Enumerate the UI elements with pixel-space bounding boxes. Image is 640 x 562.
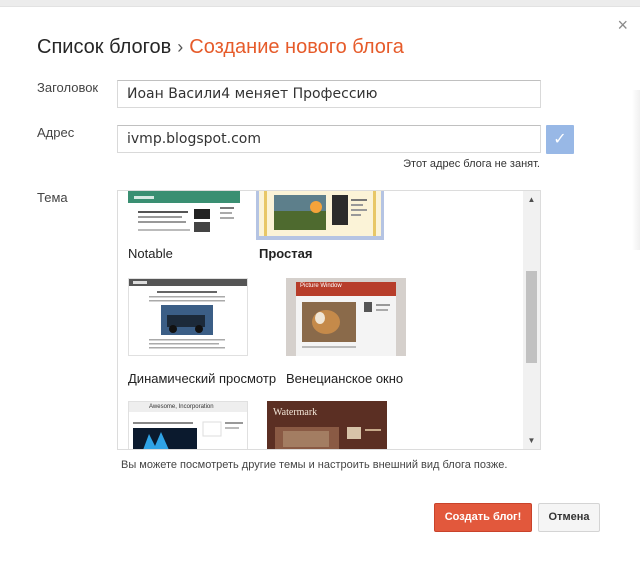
theme-thumbnail-picture-window[interactable]: Picture Window bbox=[286, 278, 406, 356]
theme-list: Notable Простая Динамический просмотр Pi… bbox=[118, 191, 523, 449]
dialog-title: Список блогов › Создание нового блога bbox=[37, 36, 404, 59]
theme-thumbnail-dynamic-views[interactable] bbox=[128, 278, 248, 356]
address-check-icon[interactable]: ✓ bbox=[546, 125, 574, 154]
breadcrumb-blog-list[interactable]: Список блогов bbox=[37, 36, 171, 58]
scrollbar-thumb[interactable] bbox=[526, 271, 537, 363]
notable-preview-image bbox=[128, 191, 240, 232]
theme-name-simple[interactable]: Простая bbox=[259, 246, 312, 261]
breadcrumb-current: Создание нового блога bbox=[189, 36, 404, 58]
window-shadow bbox=[632, 90, 640, 250]
theme-name-dynamic-views[interactable]: Динамический просмотр bbox=[128, 371, 276, 386]
theme-thumbnail-awesome-inc[interactable]: Awesome, Incorporation bbox=[128, 401, 248, 449]
title-label: Заголовок bbox=[37, 80, 99, 95]
theme-name-picture-window[interactable]: Венецианское окно bbox=[286, 371, 403, 386]
awesome-inc-thumb-title: Awesome, Incorporation bbox=[149, 404, 214, 410]
theme-picker[interactable]: Notable Простая Динамический просмотр Pi… bbox=[117, 190, 541, 450]
dynamic-views-preview-image bbox=[129, 279, 247, 349]
theme-hint-text: Вы можете посмотреть другие темы и настр… bbox=[121, 459, 508, 471]
address-label: Адрес bbox=[37, 125, 75, 140]
watermark-thumb-title: Watermark bbox=[273, 407, 318, 418]
create-blog-button[interactable]: Создать блог! bbox=[434, 503, 532, 532]
theme-thumbnail-notable[interactable] bbox=[128, 191, 240, 237]
blog-address-input[interactable]: ivmp.blogspot.com bbox=[117, 125, 541, 153]
close-icon[interactable]: × bbox=[617, 16, 628, 34]
window-top-edge bbox=[0, 0, 640, 7]
blog-title-input[interactable]: Иоан Васили4 меняет Профессию bbox=[117, 80, 541, 108]
picture-window-thumb-title: Picture Window bbox=[300, 283, 342, 289]
address-availability-status: Этот адрес блога не занят. bbox=[403, 158, 540, 170]
theme-name-notable[interactable]: Notable bbox=[128, 246, 173, 261]
scroll-up-arrow-icon[interactable]: ▲ bbox=[523, 191, 540, 208]
theme-thumbnail-watermark[interactable]: Watermark bbox=[267, 401, 387, 449]
scroll-down-arrow-icon[interactable]: ▼ bbox=[523, 432, 540, 449]
cancel-button[interactable]: Отмена bbox=[538, 503, 600, 532]
theme-list-scrollbar[interactable]: ▲ ▼ bbox=[523, 191, 540, 449]
breadcrumb-separator: › bbox=[177, 37, 184, 57]
theme-label: Тема bbox=[37, 190, 68, 205]
picture-window-preview-image bbox=[286, 278, 406, 356]
simple-preview-image bbox=[259, 191, 381, 236]
theme-thumbnail-simple[interactable] bbox=[256, 191, 384, 240]
